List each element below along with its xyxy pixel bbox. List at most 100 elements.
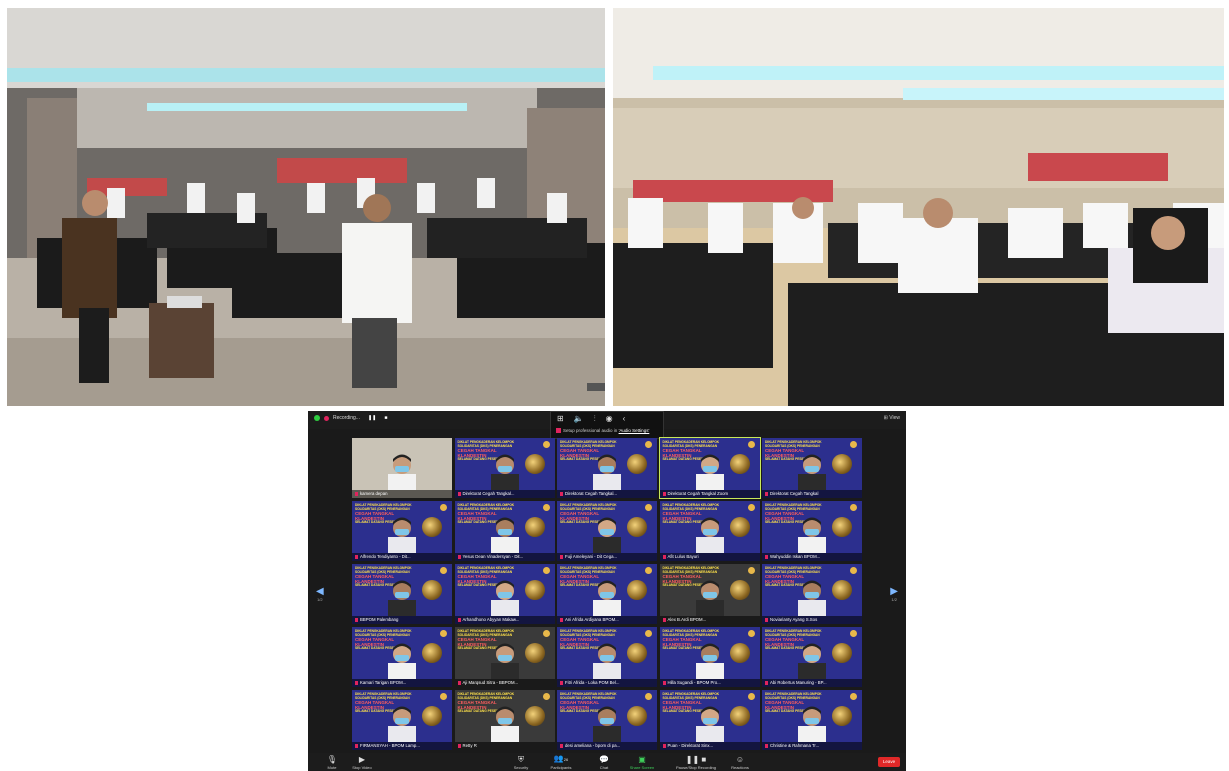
muted-mic-icon <box>662 491 666 496</box>
banner-line1: DIKLAT PENGKADERAN KELOMPOK SOLIDARITAS … <box>560 692 617 700</box>
participant-tile[interactable]: DIKLAT PENGKADERAN KELOMPOK SOLIDARITAS … <box>557 627 657 687</box>
video-camera-icon: ▶ <box>358 755 366 764</box>
participant-tile[interactable]: DIKLAT PENGKADERAN KELOMPOK SOLIDARITAS … <box>659 501 760 561</box>
banner-line1: DIKLAT PENGKADERAN KELOMPOK SOLIDARITAS … <box>765 503 822 511</box>
participant-video <box>695 517 724 553</box>
muted-mic-icon <box>560 680 563 685</box>
participant-name: Christine & Rahmana Tr... <box>770 743 820 748</box>
participant-tile[interactable]: DIKLAT PENGKADERAN KELOMPOK SOLIDARITAS … <box>557 690 657 750</box>
muted-mic-icon <box>765 554 768 559</box>
badge-coin-image <box>422 643 442 663</box>
logo-icon <box>747 567 755 574</box>
participant-name-label: FIRMANSYAH - BPOM Lamp... <box>352 742 452 750</box>
security-button[interactable]: ⛨ Security <box>501 755 541 770</box>
banner-line1: DIKLAT PENGKADERAN KELOMPOK SOLIDARITAS … <box>457 566 515 574</box>
participant-tile[interactable]: DIKLAT PENGKADERAN KELOMPOK SOLIDARITAS … <box>352 690 452 750</box>
participant-tile[interactable]: DIKLAT PENGKADERAN KELOMPOK SOLIDARITAS … <box>454 690 555 750</box>
logo-icon <box>747 504 755 511</box>
participant-name-label: Yesus Dean Vinadersyan - Dit... <box>454 553 555 561</box>
logo-icon <box>850 630 857 637</box>
banner-line1: DIKLAT PENGKADERAN KELOMPOK SOLIDARITAS … <box>662 566 720 574</box>
participant-tile[interactable]: DIKLAT PENGKADERAN KELOMPOK SOLIDARITAS … <box>762 438 862 498</box>
muted-mic-icon <box>355 743 358 748</box>
participant-tile[interactable]: DIKLAT PENGKADERAN KELOMPOK SOLIDARITAS … <box>454 564 555 624</box>
logo-icon <box>645 441 652 448</box>
participant-tile[interactable]: DIKLAT PENGKADERAN KELOMPOK SOLIDARITAS … <box>658 437 761 499</box>
share-screen-label: Share Screen <box>629 765 655 770</box>
participant-tile[interactable]: DIKLAT PENGKADERAN KELOMPOK SOLIDARITAS … <box>454 438 555 498</box>
participant-name: Fuji Ameleyani - Dit Cega... <box>565 554 618 559</box>
pause-stop-recording-button[interactable]: ❚❚ ■ Pause/Stop Recording <box>670 755 722 770</box>
logo-icon <box>440 693 447 700</box>
participant-name: Arhandhono Abyyan Makaw... <box>462 617 520 622</box>
participant-tile[interactable]: DIKLAT PENGKADERAN KELOMPOK SOLIDARITAS … <box>557 438 657 498</box>
participant-name: Kamari Tarigan BPOM... <box>360 680 407 685</box>
participant-name-label: Christine & Rahmana Tr... <box>762 742 862 750</box>
page-indicator-left: 1/2 <box>317 597 323 602</box>
chat-button[interactable]: 💬 Chat <box>584 755 624 770</box>
reactions-button[interactable]: ☺ Reactions <box>720 755 760 770</box>
muted-mic-icon <box>765 491 768 496</box>
participants-button[interactable]: 👥26 Participants <box>541 754 581 770</box>
participant-name-label: Abi Robertus Manuring - BP... <box>762 679 862 687</box>
muted-mic-icon <box>560 617 563 622</box>
audio-settings-link[interactable]: 'Audio Settings' <box>619 428 650 433</box>
participant-video <box>388 454 416 490</box>
participant-video <box>798 454 826 490</box>
prev-page-arrow[interactable]: ◀ 1/2 <box>316 586 324 602</box>
stop-icon[interactable]: ■ <box>384 415 387 421</box>
participant-tile[interactable]: DIKLAT PENGKADERAN KELOMPOK SOLIDARITAS … <box>352 627 452 687</box>
badge-coin-image <box>832 706 852 726</box>
participant-name-label: Arhandhono Abyyan Makaw... <box>454 616 555 624</box>
participant-tile[interactable]: DIKLAT PENGKADERAN KELOMPOK SOLIDARITAS … <box>762 627 862 687</box>
participant-tile[interactable]: DIKLAT PENGKADERAN KELOMPOK SOLIDARITAS … <box>762 564 862 624</box>
participant-tile[interactable]: DIKLAT PENGKADERAN KELOMPOK SOLIDARITAS … <box>762 690 862 750</box>
banner-line1: DIKLAT PENGKADERAN KELOMPOK SOLIDARITAS … <box>662 692 720 700</box>
participant-name-label: Wahyuddin Iskan BPOM... <box>762 553 862 561</box>
chevron-left-icon[interactable]: ‹ <box>623 414 626 424</box>
participant-video <box>490 580 519 616</box>
participant-video <box>490 706 519 742</box>
logo-icon <box>747 630 755 637</box>
next-page-arrow[interactable]: ▶ 1/2 <box>890 586 898 602</box>
participant-tile[interactable]: DIKLAT PENGKADERAN KELOMPOK SOLIDARITAS … <box>557 564 657 624</box>
record-icon <box>324 415 329 421</box>
training-room-group-photo <box>7 8 605 406</box>
logo-icon <box>542 693 550 700</box>
participant-tile[interactable]: DIKLAT PENGKADERAN KELOMPOK SOLIDARITAS … <box>454 627 555 687</box>
badge-coin-image <box>524 580 545 600</box>
participant-tile[interactable]: DIKLAT PENGKADERAN KELOMPOK SOLIDARITAS … <box>659 627 760 687</box>
leave-button[interactable]: Leave <box>878 757 900 767</box>
participant-tile[interactable]: DIKLAT PENGKADERAN KELOMPOK SOLIDARITAS … <box>352 564 452 624</box>
share-screen-button[interactable]: ▣ Share Screen <box>622 755 662 770</box>
participant-name: kamera depan <box>360 491 388 496</box>
stop-video-button[interactable]: ▶ Stop Video <box>342 755 382 770</box>
participant-name-label: Afit Lulus Bayuri <box>659 553 760 561</box>
share-screen-icon: ▣ <box>638 755 646 764</box>
participant-tile[interactable]: DIKLAT PENGKADERAN KELOMPOK SOLIDARITAS … <box>454 501 555 561</box>
pause-icon[interactable]: ❚❚ <box>368 415 376 421</box>
participant-tile[interactable]: DIKLAT PENGKADERAN KELOMPOK SOLIDARITAS … <box>659 690 760 750</box>
muted-mic-icon <box>765 680 768 685</box>
participant-tile[interactable]: DIKLAT PENGKADERAN KELOMPOK SOLIDARITAS … <box>557 501 657 561</box>
participant-tile[interactable]: kamera depan <box>352 438 452 498</box>
logo-icon <box>747 441 755 448</box>
badge-coin-image <box>524 517 545 537</box>
mic-level-icon: ⫶ <box>593 414 596 423</box>
logo-icon <box>850 441 857 448</box>
participant-name: Afit Lulus Bayuri <box>667 554 699 559</box>
participant-name-label: Retty R <box>454 742 555 750</box>
participant-tile[interactable]: DIKLAT PENGKADERAN KELOMPOK SOLIDARITAS … <box>659 564 760 624</box>
muted-mic-icon <box>457 680 461 685</box>
view-button[interactable]: ⊞ View <box>884 415 900 421</box>
mute-label: Mute <box>327 765 337 770</box>
participant-tile[interactable]: DIKLAT PENGKADERAN KELOMPOK SOLIDARITAS … <box>352 501 452 561</box>
shield-icon: ⛨ <box>518 755 524 764</box>
participant-video <box>798 517 826 553</box>
logo-icon <box>542 441 550 448</box>
participant-video <box>490 454 519 490</box>
participant-name: desi ameliana - bpom di pa... <box>565 743 621 748</box>
banner-line1: DIKLAT PENGKADERAN KELOMPOK SOLIDARITAS … <box>457 440 515 448</box>
participant-name: Alex B.Ardi BPOM... <box>667 617 707 622</box>
participant-tile[interactable]: DIKLAT PENGKADERAN KELOMPOK SOLIDARITAS … <box>762 501 862 561</box>
